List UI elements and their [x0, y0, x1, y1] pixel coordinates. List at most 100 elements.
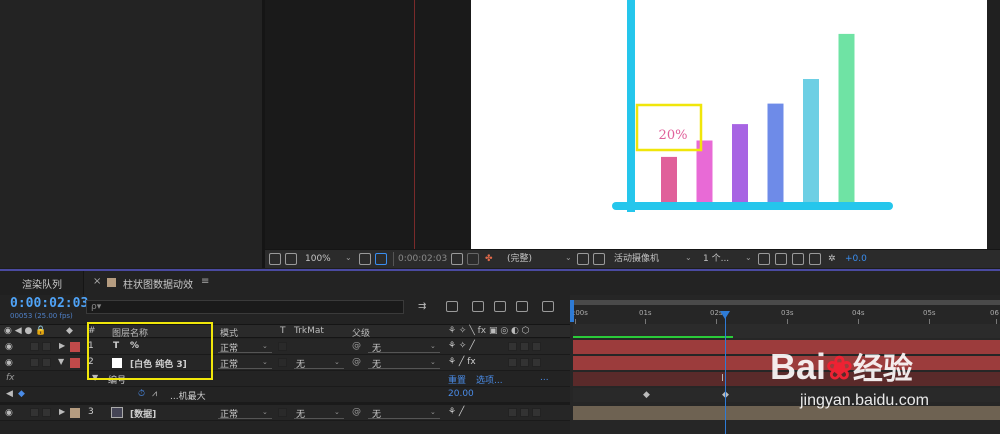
parent-select[interactable]: 无 ⌄	[368, 341, 440, 354]
shy-layers-icon[interactable]	[472, 301, 484, 312]
switches[interactable]: ⚘ ✧ ╱	[448, 341, 475, 351]
parent-value: 无	[372, 410, 382, 420]
expand-triangle-icon[interactable]: ▶	[59, 407, 65, 416]
switch-box[interactable]	[520, 358, 529, 367]
lock-switch[interactable]	[42, 408, 51, 417]
playhead-line[interactable]	[725, 312, 726, 434]
tab-render-queue[interactable]: 渲染队列	[0, 271, 84, 295]
trkmat-select[interactable]: 无 ⌄	[294, 407, 344, 420]
fit-frame-icon[interactable]	[359, 253, 371, 265]
switch-box[interactable]	[532, 358, 541, 367]
parent-select[interactable]: 无 ⌄	[368, 407, 440, 420]
solo-switch[interactable]	[30, 358, 39, 367]
lock-switch[interactable]	[42, 358, 51, 367]
chevron-down-icon[interactable]: ⌄	[345, 253, 352, 262]
switch-box[interactable]	[520, 342, 529, 351]
pickwhip-icon[interactable]: @	[352, 357, 361, 367]
switch-box[interactable]	[508, 342, 517, 351]
switch-box[interactable]	[520, 408, 529, 417]
eye-icon[interactable]: ◉	[5, 408, 13, 418]
effect-row[interactable]: fx ▼ 编号 重置 选项... ...	[0, 371, 570, 387]
layer-color-label[interactable]	[70, 358, 80, 368]
chevron-down-icon[interactable]: ⌄	[565, 253, 572, 262]
chevron-down-icon[interactable]: ⌄	[745, 253, 752, 262]
preserve-transparency[interactable]	[278, 408, 287, 417]
switch-box[interactable]	[532, 408, 541, 417]
collapse-triangle-icon[interactable]: ▼	[58, 357, 64, 366]
region-of-interest-icon[interactable]	[375, 253, 387, 265]
keyframe-nav-icon[interactable]: ◀	[6, 389, 13, 399]
mode-select[interactable]: 正常 ⌄	[218, 357, 272, 370]
layer-name[interactable]: [数据]	[130, 407, 156, 420]
layer-color-label[interactable]	[70, 342, 80, 352]
more-link[interactable]: ...	[540, 373, 549, 383]
chart-x-axis	[612, 202, 893, 210]
views-select[interactable]: 1 个...	[703, 252, 729, 266]
eye-icon[interactable]: ◉	[5, 342, 13, 352]
options-link[interactable]: 选项...	[476, 373, 503, 386]
lock-switch[interactable]	[42, 342, 51, 351]
camera-select[interactable]: 活动摄像机	[614, 252, 659, 266]
layer-color-label[interactable]	[70, 408, 80, 418]
camera-icon[interactable]	[451, 253, 463, 265]
transparency-grid-icon[interactable]	[577, 253, 589, 265]
preserve-transparency[interactable]	[278, 342, 287, 351]
reset-exposure-icon[interactable]: ✲	[828, 252, 836, 266]
tab-composition[interactable]: × 柱状图数据动效 ≡	[85, 271, 215, 295]
keyframe-icon[interactable]: ◆	[18, 389, 25, 399]
trkmat-select[interactable]: 无 ⌄	[294, 357, 344, 370]
color-channel-icon[interactable]: ✤	[485, 252, 493, 266]
frame-blending-icon[interactable]	[494, 301, 506, 312]
parent-select[interactable]: 无 ⌄	[368, 357, 440, 370]
mode-select[interactable]: 正常 ⌄	[218, 407, 272, 420]
chevron-down-icon[interactable]: ⌄	[685, 253, 692, 262]
expand-triangle-icon[interactable]: ▶	[59, 341, 65, 350]
snapshot-options-icon[interactable]	[269, 253, 281, 265]
work-area-bar[interactable]	[573, 300, 1000, 305]
pickwhip-icon[interactable]: @	[352, 341, 361, 351]
reset-link[interactable]: 重置	[448, 373, 466, 386]
solo-switch[interactable]	[30, 408, 39, 417]
fast-preview-icon[interactable]	[775, 253, 787, 265]
graph-icon[interactable]: ⩘	[152, 389, 157, 399]
switches[interactable]: ⚘ ╱	[448, 407, 464, 417]
watermark-brand: Bai	[770, 346, 827, 387]
timeline-icon[interactable]	[792, 253, 804, 265]
composition-canvas[interactable]: 20%	[471, 0, 987, 249]
draft-3d-icon[interactable]	[446, 301, 458, 312]
layer-row[interactable]: ◉ ▼ 2 [白色 纯色 3] 正常 ⌄ 无 ⌄ @ 无 ⌄ ⚘ ╱ fx	[0, 355, 570, 371]
switch-box[interactable]	[532, 342, 541, 351]
viewer-timecode[interactable]: 0:00:02:03	[398, 252, 447, 266]
switch-box[interactable]	[508, 408, 517, 417]
toggle-pixel-icon[interactable]	[758, 253, 770, 265]
stopwatch-icon[interactable]: ⏱	[138, 389, 145, 399]
solo-switch[interactable]	[30, 342, 39, 351]
layer-search-input[interactable]: ρ▾	[86, 300, 404, 314]
preserve-transparency[interactable]	[278, 358, 287, 367]
exposure-value[interactable]: +0.0	[845, 252, 867, 266]
mode-select[interactable]: 正常 ⌄	[218, 341, 272, 354]
eye-icon[interactable]: ◉	[5, 358, 13, 368]
property-value[interactable]: 20.00	[448, 389, 474, 399]
motion-blur-icon[interactable]	[516, 301, 528, 312]
3d-view-icon[interactable]	[593, 253, 605, 265]
layer-row[interactable]: ◉ ▶ 3 [数据] 正常 ⌄ 无 ⌄ @ 无 ⌄ ⚘ ╱	[0, 405, 570, 421]
graph-editor-icon[interactable]	[542, 301, 554, 312]
close-icon[interactable]: ×	[93, 276, 101, 287]
pickwhip-icon[interactable]: @	[352, 407, 361, 417]
zoom-select[interactable]: 100%	[305, 252, 331, 266]
switch-box[interactable]	[508, 358, 517, 367]
chart-bar	[661, 156, 677, 202]
switches[interactable]: ⚘ ╱ fx	[448, 357, 476, 367]
keyframe-icon[interactable]: ◆	[643, 390, 650, 400]
current-time-display[interactable]: 0:00:02:03	[10, 296, 88, 311]
layer-bar[interactable]	[573, 406, 1000, 420]
property-row[interactable]: ◀ ◆ ⏱ ⩘ ...机最大 20.00	[0, 387, 570, 403]
resolution-select[interactable]: (完整)	[507, 252, 532, 266]
comp-flowchart-icon[interactable]: ⇉	[418, 301, 430, 312]
show-snapshot-icon[interactable]	[467, 253, 479, 265]
menu-icon[interactable]: ≡	[201, 276, 209, 287]
layer-row[interactable]: ◉ ▶ 1 T % 正常 ⌄ @ 无 ⌄ ⚘ ✧ ╱	[0, 339, 570, 355]
flowchart-icon[interactable]	[809, 253, 821, 265]
monitor-icon[interactable]	[285, 253, 297, 265]
